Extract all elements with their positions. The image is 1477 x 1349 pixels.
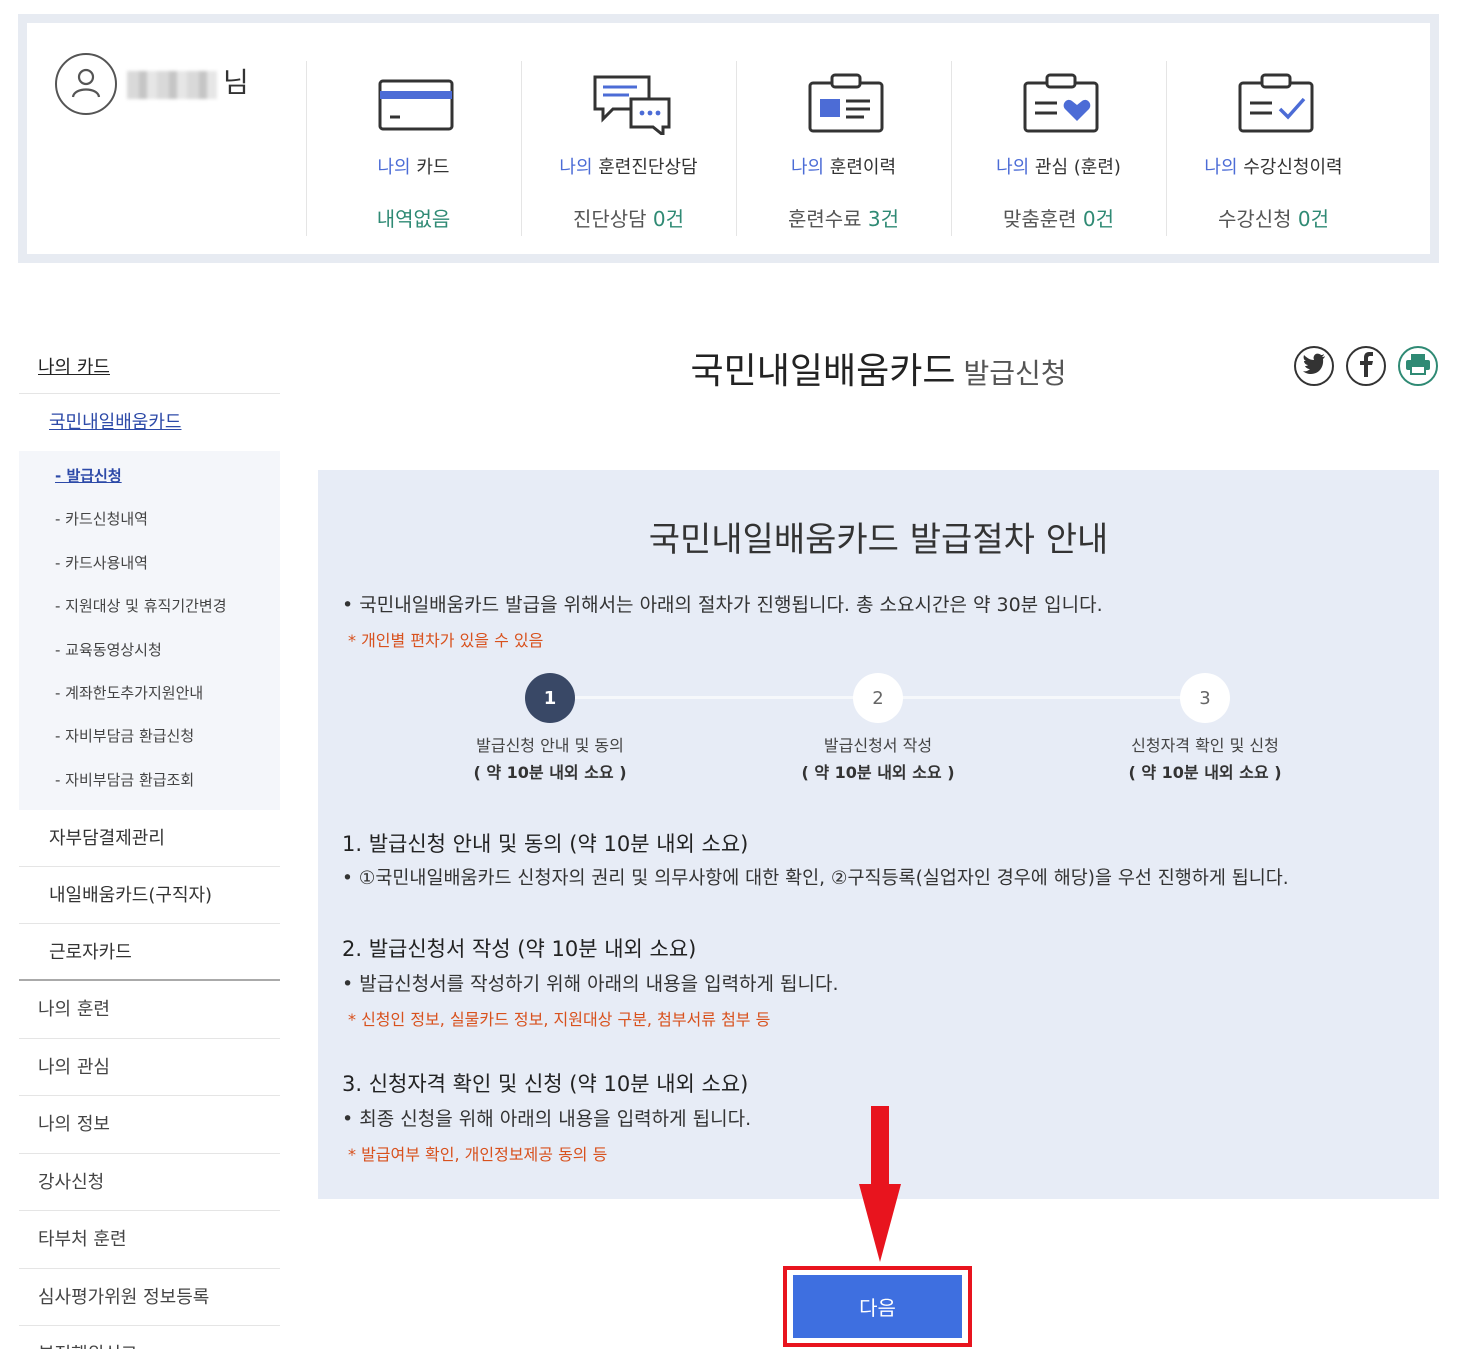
step-label-text: 신청자격 확인 및 신청 (1131, 736, 1279, 755)
sidebar-item-instructor-apply[interactable]: 강사신청 (19, 1154, 280, 1212)
clipboard-list-icon (806, 73, 886, 135)
section-2-heading: 2. 발급신청서 작성 (약 10분 내외 소요) (342, 937, 697, 961)
stat-course-application[interactable]: 나의 수강신청이력 수강신청 0건 (1166, 61, 1381, 236)
sidebar-submenu: - 발급신청 - 카드신청내역 - 카드사용내역 - 지원대상 및 휴직기간변경… (19, 451, 280, 811)
user-info: 님 (55, 53, 275, 123)
sidebar-item-my-training[interactable]: 나의 훈련 (19, 981, 280, 1039)
sidebar-item-card-usage[interactable]: - 카드사용내역 (19, 542, 280, 585)
stat-value-label: 훈련수료 (787, 207, 862, 231)
facebook-icon (1358, 351, 1374, 381)
clipboard-check-icon (1236, 73, 1316, 135)
stat-value-label: 진단상담 (572, 207, 647, 231)
sidebar-item-support-change[interactable]: - 지원대상 및 휴직기간변경 (19, 585, 280, 628)
user-name-redacted (127, 71, 217, 99)
sidebar-item-my-interest[interactable]: 나의 관심 (19, 1039, 280, 1097)
step-2-indicator: 2 (853, 673, 903, 723)
sidebar-item-my-card[interactable]: 나의 카드 (19, 342, 280, 394)
user-summary-panel: 님 나의 카드 내역없음 나의 훈련진단상담 진단상담 0건 나의 훈련이력 훈… (18, 14, 1439, 263)
section-3-note: * 발급여부 확인, 개인정보제공 동의 등 (348, 1145, 608, 1164)
stat-value-count: 3건 (867, 207, 900, 231)
stat-value-label: 맞춤훈련 (1002, 207, 1077, 231)
guide-intro-note: * 개인별 편차가 있을 수 있음 (348, 631, 544, 650)
step-3-indicator: 3 (1180, 673, 1230, 723)
section-3-heading: 3. 신청자격 확인 및 신청 (약 10분 내외 소요) (342, 1072, 749, 1096)
facebook-share-button[interactable] (1346, 346, 1386, 386)
step-label-time: ( 약 10분 내외 소요 ) (801, 763, 955, 782)
sidebar-item-my-info[interactable]: 나의 정보 (19, 1096, 280, 1154)
sidebar-item-refund-apply[interactable]: - 자비부담금 환급신청 (19, 715, 280, 758)
section-2-note: * 신청인 정보, 실물카드 정보, 지원대상 구분, 첨부서류 첨부 등 (348, 1010, 771, 1029)
chat-bubbles-icon (591, 73, 671, 139)
page-title: 국민내일배움카드 발급신청 (318, 342, 1439, 394)
sidebar-item-refund-inquiry[interactable]: - 자비부담금 환급조회 (19, 759, 280, 802)
stat-value-label: 수강신청 (1217, 207, 1292, 231)
sidebar-item-reviewer-register[interactable]: 심사평가위원 정보등록 (19, 1269, 280, 1327)
stat-interest-training[interactable]: 나의 관심 (훈련) 맞춤훈련 0건 (951, 61, 1166, 236)
step-label-time: ( 약 10분 내외 소요 ) (473, 763, 627, 782)
sidebar-item-card-apply-history[interactable]: - 카드신청내역 (19, 498, 280, 541)
issue-procedure-guide: 국민내일배움카드 발급절차 안내 • 국민내일배움카드 발급을 위해서는 아래의… (318, 470, 1439, 1199)
step-label-time: ( 약 10분 내외 소요 ) (1128, 763, 1282, 782)
stat-prefix: 나의 (1204, 157, 1238, 178)
red-arrow-annotation (855, 1106, 905, 1266)
step-label-text: 발급신청서 작성 (823, 736, 933, 755)
sidebar-item-worker-card[interactable]: 근로자카드 (19, 924, 280, 982)
guide-intro: • 국민내일배움카드 발급을 위해서는 아래의 절차가 진행됩니다. 총 소요시… (342, 594, 1103, 616)
credit-card-icon (376, 73, 456, 135)
stat-prefix: 나의 (790, 157, 825, 178)
page-title-main: 국민내일배움카드 (690, 351, 956, 392)
print-button[interactable] (1398, 346, 1438, 386)
sidebar-item-fraud-report[interactable]: 부정행위신고 (19, 1326, 280, 1349)
section-1-bullet: • ①국민내일배움카드 신청자의 권리 및 의무사항에 대한 확인, ②구직등록… (342, 868, 1289, 889)
stat-prefix: 나의 (377, 157, 411, 178)
section-bullet-text: 발급신청서를 작성하기 위해 아래의 내용을 입력하게 됩니다. (359, 973, 839, 995)
print-icon (1405, 353, 1431, 379)
clipboard-heart-icon (1021, 73, 1101, 135)
twitter-icon (1302, 353, 1326, 379)
step-1-indicator: 1 (525, 673, 575, 723)
stat-value-count: 0건 (652, 207, 685, 231)
sidebar-item-limit-support[interactable]: - 계좌한도추가지원안내 (19, 672, 280, 715)
sidebar-item-national-card[interactable]: 국민내일배움카드 (19, 394, 280, 451)
stat-training-consult[interactable]: 나의 훈련진단상담 진단상담 0건 (521, 61, 736, 236)
step-1-label: 발급신청 안내 및 동의 ( 약 10분 내외 소요 ) (400, 732, 700, 786)
sidebar-item-other-ministry[interactable]: 타부처 훈련 (19, 1211, 280, 1269)
stat-value: 내역없음 (376, 207, 451, 231)
section-3-bullet: • 최종 신청을 위해 아래의 내용을 입력하게 됩니다. (342, 1108, 752, 1130)
section-2-bullet: • 발급신청서를 작성하기 위해 아래의 내용을 입력하게 됩니다. (342, 973, 839, 995)
sidebar-item-edu-video[interactable]: - 교육동영상시청 (19, 629, 280, 672)
user-avatar-icon (55, 53, 117, 115)
sidebar-item-jobseeker-card[interactable]: 내일배움카드(구직자) (19, 867, 280, 925)
stat-value-count: 0건 (1297, 207, 1330, 231)
twitter-share-button[interactable] (1294, 346, 1334, 386)
stat-title: 훈련진단상담 (598, 157, 698, 178)
stat-title: 훈련이력 (829, 157, 897, 178)
sidebar-item-self-pay[interactable]: 자부담결제관리 (19, 810, 280, 868)
page-title-sub: 발급신청 (963, 357, 1067, 390)
stat-training-history[interactable]: 나의 훈련이력 훈련수료 3건 (736, 61, 951, 236)
user-honorific: 님 (223, 66, 249, 99)
next-button[interactable]: 다음 (793, 1275, 962, 1338)
stat-title: 카드 (416, 157, 450, 178)
sidebar-item-issue-apply[interactable]: - 발급신청 (19, 455, 280, 498)
stat-title: 수강신청이력 (1243, 157, 1343, 178)
stat-value-count: 0건 (1082, 207, 1115, 231)
step-label-text: 발급신청 안내 및 동의 (476, 736, 624, 755)
stat-prefix: 나의 (996, 157, 1030, 178)
stat-prefix: 나의 (559, 157, 593, 178)
stat-my-card[interactable]: 나의 카드 내역없음 (306, 61, 521, 236)
stat-title: 관심 (훈련) (1034, 157, 1121, 178)
guide-intro-text: 국민내일배움카드 발급을 위해서는 아래의 절차가 진행됩니다. 총 소요시간은… (359, 594, 1103, 616)
step-2-label: 발급신청서 작성 ( 약 10분 내외 소요 ) (728, 732, 1028, 786)
section-bullet-text: 최종 신청을 위해 아래의 내용을 입력하게 됩니다. (359, 1108, 752, 1130)
section-bullet-text: ①국민내일배움카드 신청자의 권리 및 의무사항에 대한 확인, ②구직등록(실… (358, 868, 1289, 889)
sidebar-item-label: - 발급신청 (55, 467, 122, 485)
guide-title: 국민내일배움카드 발급절차 안내 (648, 520, 1109, 560)
sidebar-nav: 나의 카드 국민내일배움카드 - 발급신청 - 카드신청내역 - 카드사용내역 … (19, 342, 280, 1349)
step-3-label: 신청자격 확인 및 신청 ( 약 10분 내외 소요 ) (1055, 732, 1355, 786)
section-1-heading: 1. 발급신청 안내 및 동의 (약 10분 내외 소요) (342, 832, 749, 856)
